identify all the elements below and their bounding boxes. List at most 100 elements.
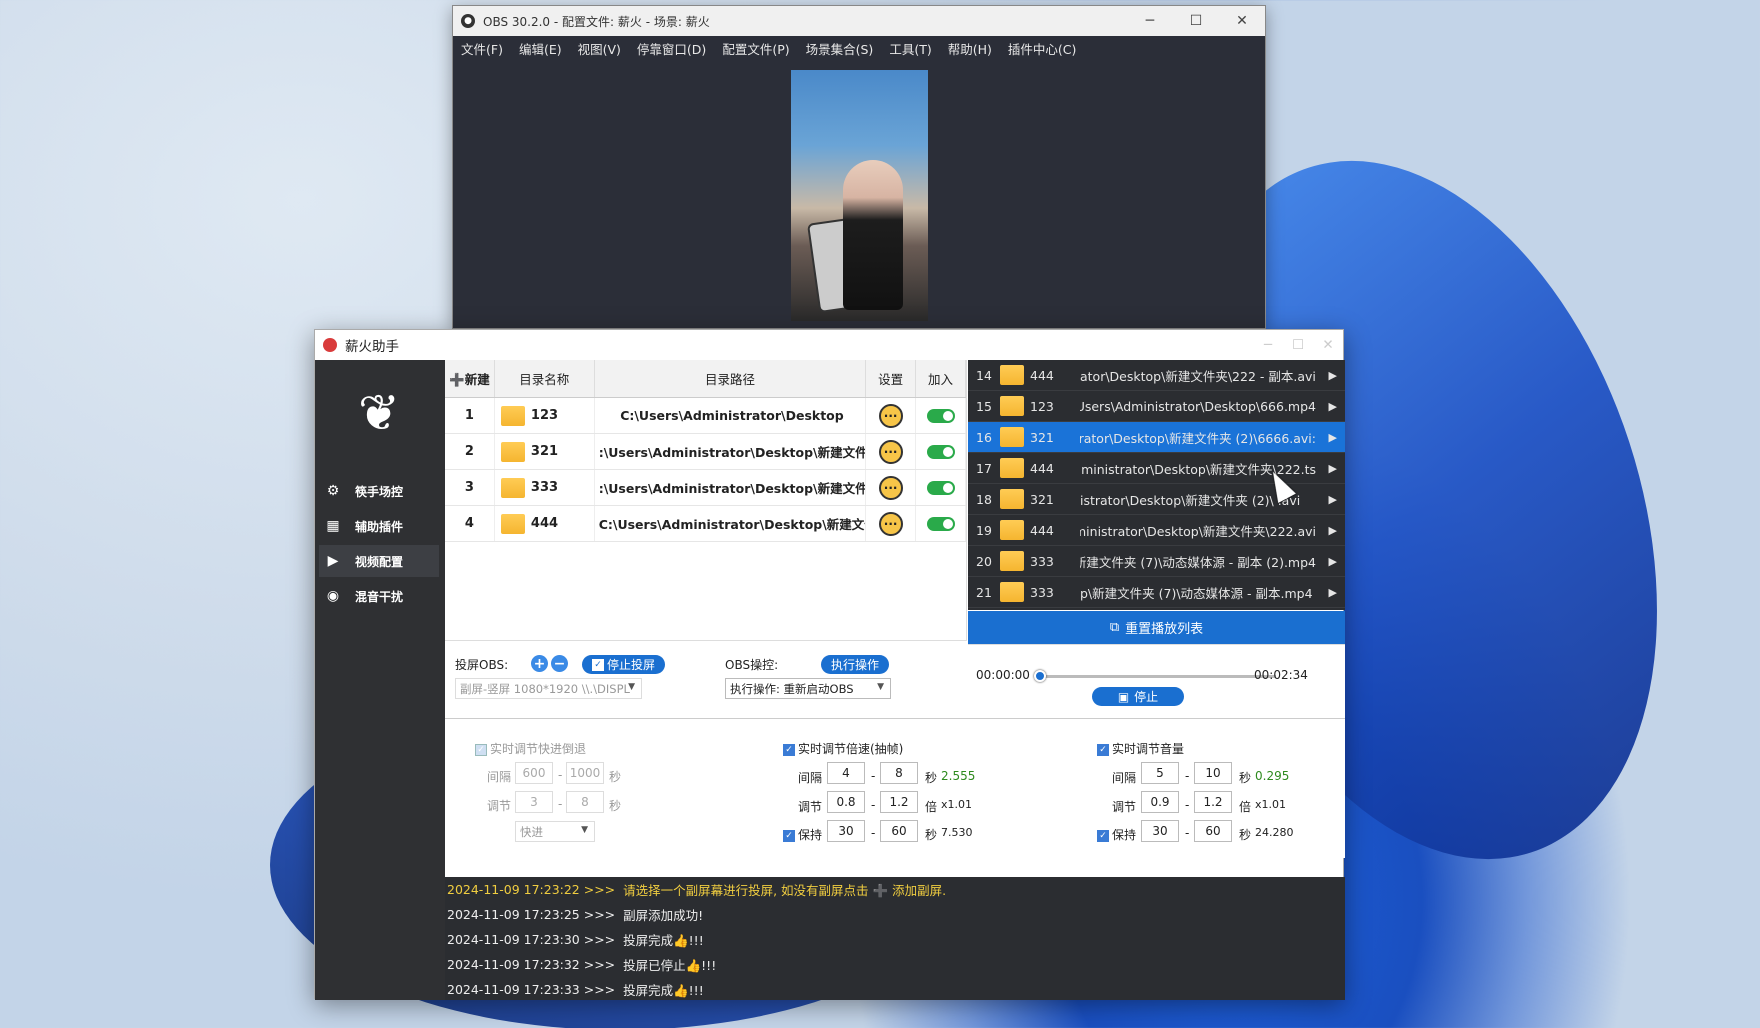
sidebar-item-audio-mix[interactable]: ◉ 混音干扰: [319, 580, 439, 612]
menu-profile[interactable]: 配置文件(P): [722, 39, 789, 58]
menu-plugins[interactable]: 插件中心(C): [1008, 39, 1076, 58]
remove-screen-button[interactable]: −: [551, 655, 568, 672]
volume-adjust-max[interactable]: 1.2: [1194, 791, 1232, 813]
dash: -: [1185, 798, 1190, 812]
menu-file[interactable]: 文件(F): [461, 39, 503, 58]
screen-select[interactable]: 副屏-竖屏 1080*1920 \\.\DISPL ▼: [455, 678, 642, 699]
speed-interval-min[interactable]: 4: [827, 762, 865, 784]
obs-window: ● OBS 30.2.0 - 配置文件: 薪火 - 场景: 薪火 ─ ☐ ✕ 文…: [452, 5, 1266, 329]
playlist-item[interactable]: 21 333 p\新建文件夹 (7)\动态媒体源 - 副本.mp4 ▶: [968, 577, 1345, 608]
seek-interval-min[interactable]: 600: [515, 762, 553, 784]
speed-enable-checkbox[interactable]: ✓ 实时调节倍速(抽帧): [783, 740, 903, 757]
volume-enable-checkbox[interactable]: ✓ 实时调节音量: [1097, 740, 1184, 757]
speed-hold-min[interactable]: 30: [827, 820, 865, 842]
settings-more-icon[interactable]: ···: [878, 403, 903, 428]
maximize-button[interactable]: ☐: [1283, 337, 1313, 353]
seek-enable-checkbox[interactable]: ✓ 实时调节快进倒退: [475, 740, 586, 757]
menu-tools[interactable]: 工具(T): [889, 39, 931, 58]
seek-interval-max[interactable]: 1000: [566, 762, 604, 784]
seek-track[interactable]: [1036, 675, 1276, 678]
unit-label: 秒: [925, 828, 938, 842]
item-index: 20: [976, 553, 992, 569]
join-toggle[interactable]: [926, 516, 955, 531]
menu-docks[interactable]: 停靠窗口(D): [637, 39, 706, 58]
volume-hold-checkbox[interactable]: ✓ 保持: [1097, 826, 1136, 843]
play-arrow-icon[interactable]: ▶: [1329, 524, 1337, 537]
obs-op-label: OBS操控:: [725, 658, 779, 672]
seek-mode-select[interactable]: 快进 ▼: [515, 821, 595, 842]
menu-help[interactable]: 帮助(H): [948, 39, 992, 58]
close-button[interactable]: ✕: [1219, 13, 1265, 29]
seek-adjust-min[interactable]: 3: [515, 791, 553, 813]
volume-interval-value: 0.295: [1255, 769, 1290, 783]
operation-select[interactable]: 执行操作: 重新启动OBS ▼: [725, 678, 891, 699]
table-row[interactable]: 2 321 :\Users\Administrator\Desktop\新建文件…: [445, 434, 966, 470]
close-button[interactable]: ✕: [1313, 337, 1343, 353]
play-arrow-icon[interactable]: ▶: [1329, 493, 1337, 506]
settings-more-icon[interactable]: ···: [878, 475, 903, 500]
obs-preview[interactable]: [791, 70, 928, 321]
join-toggle[interactable]: [926, 408, 955, 423]
helper-titlebar[interactable]: 薪火助手 ─ ☐ ✕: [315, 330, 1343, 360]
item-dir: 444: [1030, 522, 1054, 538]
menu-view[interactable]: 视图(V): [578, 39, 621, 58]
volume-hold-max[interactable]: 60: [1194, 820, 1232, 842]
item-dir: 444: [1030, 460, 1054, 476]
row-index: 3: [445, 470, 495, 505]
play-arrow-icon[interactable]: ▶: [1329, 369, 1337, 382]
volume-interval-max[interactable]: 10: [1194, 762, 1232, 784]
table-row[interactable]: 1 123 C:\Users\Administrator\Desktop ···: [445, 398, 966, 434]
play-arrow-icon[interactable]: ▶: [1329, 462, 1337, 475]
log-message: 投屏已停止👍!!!: [623, 958, 717, 973]
speed-hold-checkbox[interactable]: ✓ 保持: [783, 826, 822, 843]
dash: -: [1185, 826, 1190, 840]
stop-cast-button[interactable]: ✓ 停止投屏: [582, 655, 666, 674]
dash: -: [871, 769, 876, 783]
log-console[interactable]: 2024-11-09 17:23:22 >>> 请选择一个副屏幕进行投屏, 如没…: [445, 877, 1345, 1000]
sidebar-item-video-config[interactable]: ▶ 视频配置: [319, 545, 439, 577]
table-row[interactable]: 3 333 :\Users\Administrator\Desktop\新建文件…: [445, 470, 966, 506]
menu-edit[interactable]: 编辑(E): [519, 39, 562, 58]
obs-titlebar[interactable]: ● OBS 30.2.0 - 配置文件: 薪火 - 场景: 薪火 ─ ☐ ✕: [453, 6, 1265, 36]
maximize-button[interactable]: ☐: [1173, 13, 1219, 29]
sidebar-item-plugins[interactable]: ▦ 辅助插件: [319, 510, 439, 542]
speed-adjust-min[interactable]: 0.8: [827, 791, 865, 813]
seek-adjust-label: 调节: [487, 799, 512, 813]
stop-button[interactable]: ▣ 停止: [1092, 687, 1184, 706]
new-directory-button[interactable]: ➕新建: [445, 360, 495, 397]
folder-icon: [1000, 427, 1024, 447]
minimize-button[interactable]: ─: [1127, 13, 1173, 29]
settings-more-icon[interactable]: ···: [878, 439, 903, 464]
join-toggle[interactable]: [926, 444, 955, 459]
play-arrow-icon[interactable]: ▶: [1329, 586, 1337, 599]
volume-adjust-min[interactable]: 0.9: [1141, 791, 1179, 813]
playlist-item-selected[interactable]: 16 321:trator\Desktop\新建文件夹 (2)\6666.avi ▶: [968, 422, 1345, 453]
playlist-item[interactable]: 14 444 ator\Desktop\新建文件夹\222 - 副本.avi ▶: [968, 360, 1345, 391]
playlist-item[interactable]: 19 444 ministrator\Desktop\新建文件夹\222.avi ▶: [968, 515, 1345, 546]
table-row[interactable]: 4 444 C:\Users\Administrator\Desktop\新建文…: [445, 506, 966, 542]
add-screen-button[interactable]: +: [531, 655, 548, 672]
speed-adjust-max[interactable]: 1.2: [880, 791, 918, 813]
volume-hold-min[interactable]: 30: [1141, 820, 1179, 842]
log-timestamp: 2024-11-09 17:23:22 >>>: [447, 882, 616, 897]
seek-knob[interactable]: [1034, 670, 1046, 682]
seek-adjust-max[interactable]: 8: [566, 791, 604, 813]
sidebar-item-live-control[interactable]: ⚙ 筷手场控: [319, 475, 439, 507]
join-toggle[interactable]: [926, 480, 955, 495]
speed-hold-max[interactable]: 60: [880, 820, 918, 842]
play-arrow-icon[interactable]: ▶: [1329, 400, 1337, 413]
settings-more-icon[interactable]: ···: [878, 511, 903, 536]
volume-interval-min[interactable]: 5: [1141, 762, 1179, 784]
play-arrow-icon[interactable]: ▶: [1329, 555, 1337, 568]
log-timestamp: 2024-11-09 17:23:32 >>>: [447, 957, 616, 972]
playlist-item[interactable]: 15 123 Users\Administrator\Desktop\666.mp4…: [968, 391, 1345, 422]
unit-label: 秒: [925, 771, 938, 785]
reset-playlist-button[interactable]: ⧉ 重置播放列表: [968, 611, 1345, 644]
speed-interval-max[interactable]: 8: [880, 762, 918, 784]
minimize-button[interactable]: ─: [1253, 337, 1283, 353]
execute-button[interactable]: 执行操作: [821, 655, 890, 674]
playlist-item[interactable]: 20 333 新建文件夹 (7)\动态媒体源 - 副本 (2).mp4 ▶: [968, 546, 1345, 577]
play-arrow-icon[interactable]: ▶: [1329, 431, 1337, 444]
checkbox-icon: ✓: [475, 743, 487, 756]
menu-scene-collection[interactable]: 场景集合(S): [806, 39, 874, 58]
